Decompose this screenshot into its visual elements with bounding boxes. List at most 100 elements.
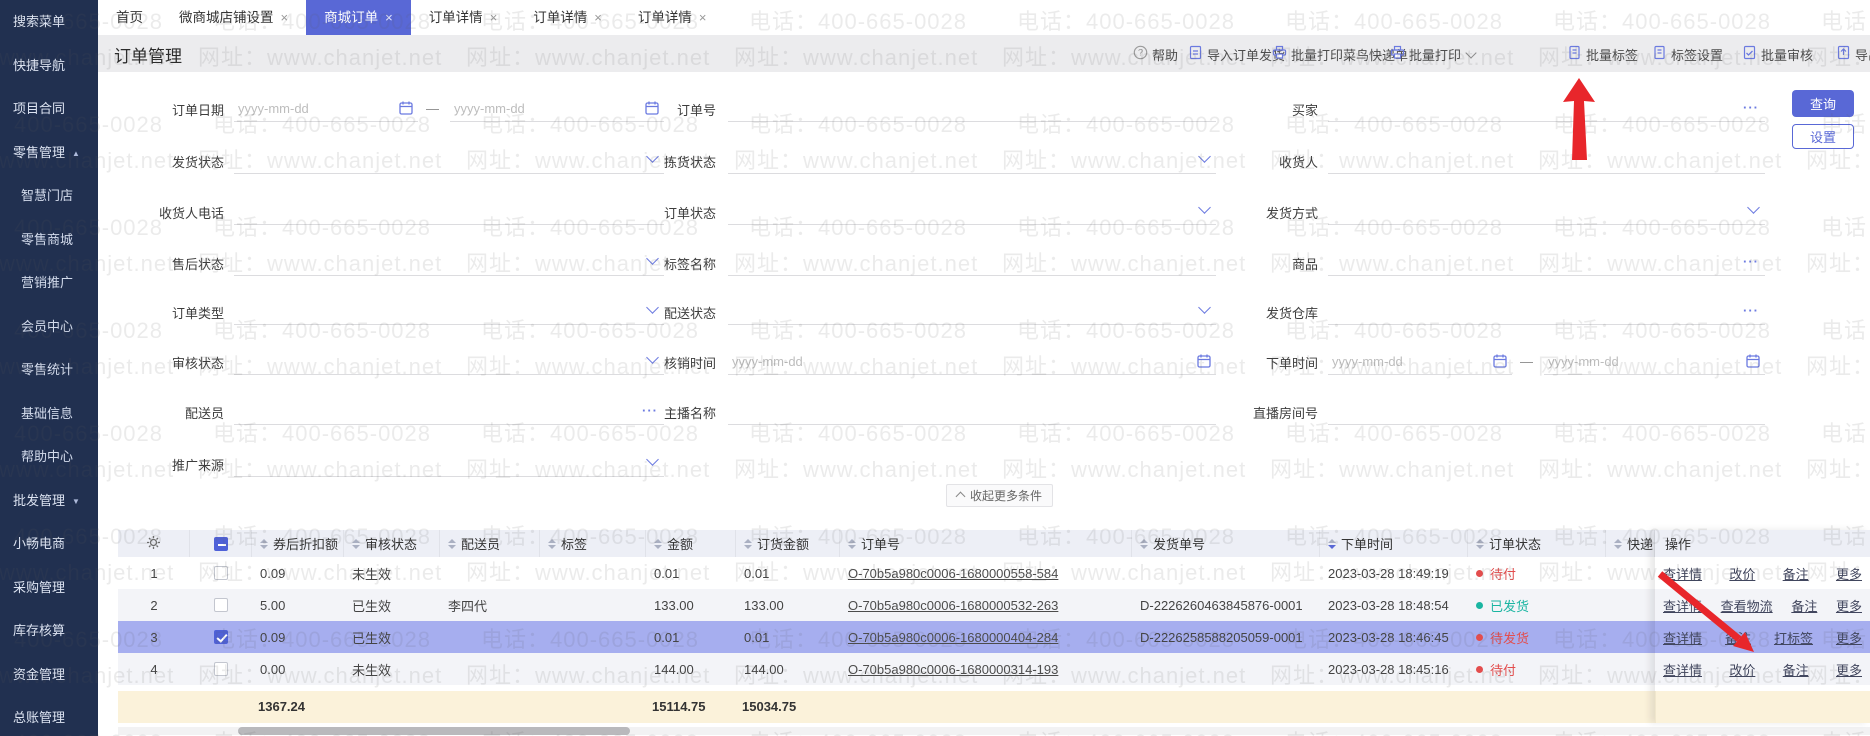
sort-icon[interactable] [1614,539,1622,549]
action-link[interactable]: 查看物流 [1721,596,1773,615]
action-link[interactable]: 备注 [1725,628,1751,647]
toolbar-import-orders-button[interactable]: 导入订单发货 [1188,44,1285,64]
action-link[interactable]: 打标签 [1774,628,1813,647]
action-link[interactable]: 更多 [1836,628,1862,647]
sidebar-item-1[interactable]: 搜索菜单 [0,0,98,44]
column-header-discount[interactable]: 券后折扣额 [252,530,344,557]
action-link[interactable]: 备注 [1783,660,1809,679]
sidebar-item-16[interactable]: 资金管理 [0,653,98,697]
sort-icon[interactable] [744,539,752,549]
column-header-courier[interactable]: 快递 [1606,530,1655,557]
filter-input[interactable] [728,200,1216,225]
settings-button[interactable]: 设置 [1792,124,1854,149]
close-icon[interactable]: × [594,10,602,25]
tab-3-active[interactable]: 商城订单× [306,0,411,35]
filter-input[interactable] [728,97,1216,122]
column-header-order_no[interactable]: 订单号 [840,530,1132,557]
toolbar-batch-audit-button[interactable]: 批量审核 [1742,44,1813,64]
column-header-audit[interactable]: 审核状态 [344,530,440,557]
toolbar-batch-print-cainiao-button[interactable]: 批量打印菜鸟快递单 [1272,44,1408,64]
sidebar-item-9[interactable]: 零售统计 [0,348,98,392]
sidebar-item-10[interactable]: 基础信息 [0,392,98,436]
sort-icon[interactable] [1476,539,1484,549]
sort-icon[interactable] [448,539,456,549]
filter-input[interactable] [234,452,664,477]
sort-icon[interactable] [654,539,662,549]
ellipsis-picker-icon[interactable]: ··· [1743,100,1759,115]
action-link[interactable]: 查详情 [1663,564,1702,583]
calendar-icon[interactable] [1492,353,1508,374]
sidebar-item-5[interactable]: 智慧门店 [0,174,98,218]
calendar-icon[interactable] [1745,353,1761,374]
order-number-link[interactable]: O-70b5a980c0006-1680000314-193 [848,662,1058,677]
column-header-ship_no[interactable]: 发货单号 [1132,530,1320,557]
action-link[interactable]: 备注 [1791,596,1817,615]
action-link[interactable]: 更多 [1836,660,1862,679]
toolbar-batch-tag-button[interactable]: 批量标签 [1567,44,1638,64]
tab-1[interactable]: 首页 [98,0,161,35]
column-header-time[interactable]: 下单时间 [1320,530,1468,557]
action-link[interactable]: 查详情 [1663,660,1702,679]
ellipsis-picker-icon[interactable]: ··· [1743,303,1759,318]
sidebar-item-15[interactable]: 库存核算 [0,609,98,653]
sidebar-item-11[interactable]: 帮助中心 [0,435,98,479]
action-link[interactable]: 更多 [1836,596,1862,615]
tab-2[interactable]: 微商城店铺设置× [161,0,306,35]
toolbar-help-button[interactable]: ?帮助 [1133,44,1178,64]
close-icon[interactable]: × [699,10,707,25]
calendar-icon[interactable] [398,100,414,121]
order-number-link[interactable]: O-70b5a980c0006-1680000404-284 [848,630,1058,645]
filter-input[interactable] [728,149,1216,174]
ellipsis-picker-icon[interactable]: ··· [1743,254,1759,269]
order-number-link[interactable]: O-70b5a980c0006-1680000558-584 [848,566,1058,581]
filter-input[interactable] [728,300,1216,325]
tab-5[interactable]: 订单详情× [515,0,620,35]
collapse-filters-button[interactable]: 收起更多条件 [946,484,1053,507]
filter-input[interactable] [1328,251,1765,276]
sidebar-item-3[interactable]: 项目合同 [0,87,98,131]
action-link[interactable]: 改价 [1729,564,1755,583]
close-icon[interactable]: × [490,10,498,25]
sort-icon[interactable] [1328,539,1336,549]
column-header-status[interactable]: 订单状态 [1468,530,1606,557]
sort-icon[interactable] [352,539,360,549]
sidebar-item-13[interactable]: 小畅电商 [0,522,98,566]
toolbar-export-button[interactable]: 导出 [1836,44,1870,64]
filter-input[interactable] [1328,200,1765,225]
close-icon[interactable]: × [281,10,289,25]
sort-icon[interactable] [848,539,856,549]
sidebar-item-8[interactable]: 会员中心 [0,305,98,349]
action-link[interactable]: 更多 [1836,564,1862,583]
sort-icon[interactable] [1140,539,1148,549]
order-number-link[interactable]: O-70b5a980c0006-1680000532-263 [848,598,1058,613]
column-header-tag[interactable]: 标签 [540,530,646,557]
toolbar-batch-print-button[interactable]: 批量打印 [1390,44,1475,64]
sort-icon[interactable] [260,539,268,549]
sidebar-item-12[interactable]: 批发管理▼ [0,479,98,523]
filter-input[interactable] [1328,300,1765,325]
gear-icon[interactable] [146,535,161,553]
sidebar-item-4[interactable]: 零售管理▲ [0,131,98,175]
column-header-order_amount[interactable]: 订货金额 [736,530,840,557]
sidebar-item-17[interactable]: 总账管理 [0,696,98,736]
filter-input[interactable] [728,400,1216,425]
column-header-amount[interactable]: 金额 [646,530,736,557]
action-link[interactable]: 查详情 [1663,596,1702,615]
row-checkbox[interactable] [214,662,228,676]
filter-input[interactable] [1328,400,1765,425]
tab-6[interactable]: 订单详情× [620,0,725,35]
tab-4[interactable]: 订单详情× [411,0,516,35]
row-checkbox[interactable] [214,630,228,644]
row-checkbox[interactable] [214,566,228,580]
action-link[interactable]: 改价 [1729,660,1755,679]
sidebar-item-2[interactable]: 快捷导航 [0,44,98,88]
sidebar-item-7[interactable]: 营销推广 [0,261,98,305]
filter-input[interactable] [1328,97,1765,122]
filter-input[interactable] [1328,149,1765,174]
sidebar-item-14[interactable]: 采购管理 [0,566,98,610]
search-button[interactable]: 查询 [1792,90,1854,117]
sort-icon[interactable] [548,539,556,549]
action-link[interactable]: 查详情 [1663,628,1702,647]
sidebar-item-6[interactable]: 零售商城 [0,218,98,262]
row-checkbox[interactable] [214,598,228,612]
